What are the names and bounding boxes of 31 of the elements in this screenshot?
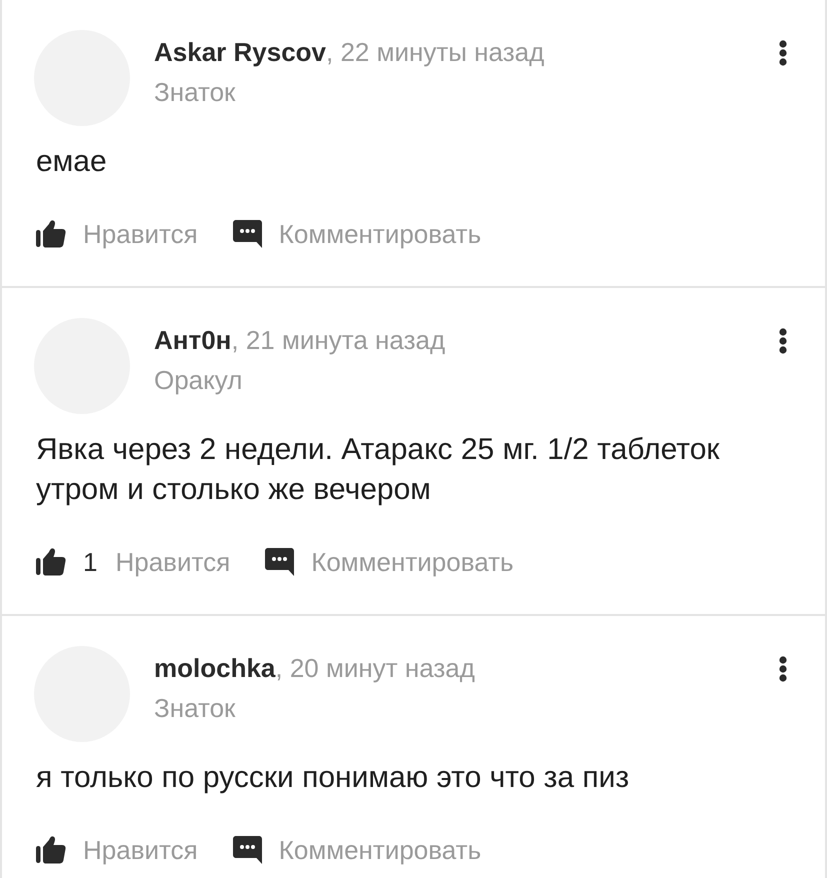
thumbs-up-icon	[36, 836, 66, 864]
author-link[interactable]: Ант0н	[154, 324, 232, 356]
comment-button[interactable]: Комментировать	[265, 547, 514, 577]
speech-bubble-icon	[232, 836, 262, 864]
comment-button[interactable]: Комментировать	[232, 219, 482, 249]
like-button[interactable]: 1 Нравится	[36, 547, 230, 577]
like-count: 1	[83, 547, 98, 577]
comment-text: емае	[36, 144, 108, 180]
comment-text: Явка через 2 недели. Атаракс 25 мг. 1/2 таблеток утром и столько же вечером	[36, 432, 721, 508]
speech-bubble-icon	[232, 220, 262, 248]
more-icon	[779, 328, 787, 354]
comment-time: , 21 минута назад	[231, 324, 446, 356]
thumbs-up-icon	[36, 548, 66, 576]
user-rank: Оракул	[154, 364, 242, 396]
author-link[interactable]: Askar Ryscov	[154, 36, 326, 68]
like-button[interactable]: Нравится	[36, 835, 198, 865]
user-rank: Знаток	[154, 76, 236, 108]
more-icon	[779, 656, 787, 682]
comment-text: я только по русски понимаю это что за пиз	[36, 760, 630, 796]
speech-bubble-icon	[265, 548, 294, 576]
comment-time: , 20 минут назад	[275, 652, 475, 684]
author-link[interactable]: molochka	[154, 652, 276, 684]
more-button[interactable]	[779, 328, 787, 354]
more-button[interactable]	[779, 40, 787, 66]
more-button[interactable]	[779, 656, 787, 682]
comment-time: , 22 минуты назад	[326, 36, 544, 68]
more-icon	[779, 40, 787, 66]
user-rank: Знаток	[154, 692, 236, 724]
comment-button[interactable]: Комментировать	[232, 835, 482, 865]
like-button[interactable]: Нравится	[36, 219, 198, 249]
thumbs-up-icon	[36, 220, 66, 248]
